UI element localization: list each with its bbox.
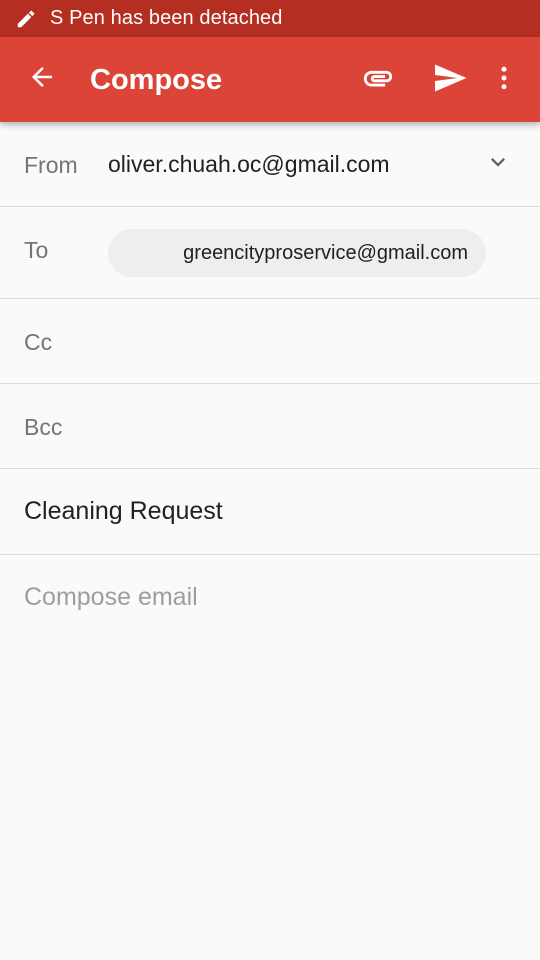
more-vert-icon (489, 63, 519, 98)
cc-field[interactable] (90, 309, 524, 373)
send-icon (432, 60, 468, 101)
to-field[interactable]: greencityproservice@gmail.com (100, 223, 500, 283)
body-placeholder: Compose email (24, 583, 198, 611)
from-account[interactable]: oliver.chuah.oc@gmail.com (108, 151, 390, 178)
status-bar: S Pen has been detached (0, 0, 540, 37)
to-row: To greencityproservice@gmail.com (0, 207, 540, 299)
to-label: To (24, 237, 49, 263)
attach-button[interactable] (357, 59, 399, 101)
from-row: From oliver.chuah.oc@gmail.com (0, 122, 540, 207)
pen-icon (14, 7, 38, 31)
subject-row: Cleaning Request (0, 469, 540, 555)
from-dropdown-button[interactable] (484, 150, 512, 178)
cc-label: Cc (24, 329, 53, 355)
from-label: From (24, 152, 78, 178)
arrow-back-icon (27, 62, 57, 97)
bcc-field[interactable] (90, 394, 524, 458)
back-button[interactable] (22, 59, 62, 99)
recipient-chip-text: greencityproservice@gmail.com (183, 241, 468, 264)
more-options-button[interactable] (488, 59, 520, 101)
bcc-label: Bcc (24, 414, 63, 440)
paperclip-icon (361, 61, 395, 100)
status-message: S Pen has been detached (50, 7, 283, 29)
compose-screen: S Pen has been detached Compose From oli… (0, 0, 540, 960)
recipient-chip[interactable]: greencityproservice@gmail.com (108, 229, 486, 277)
page-title: Compose (90, 64, 223, 96)
subject-field[interactable]: Cleaning Request (24, 497, 223, 526)
bcc-row: Bcc (0, 384, 540, 469)
body-field[interactable]: Compose email (0, 555, 540, 960)
cc-row: Cc (0, 299, 540, 384)
chevron-down-icon (484, 148, 512, 181)
app-bar: Compose (0, 37, 540, 122)
send-button[interactable] (428, 59, 472, 101)
